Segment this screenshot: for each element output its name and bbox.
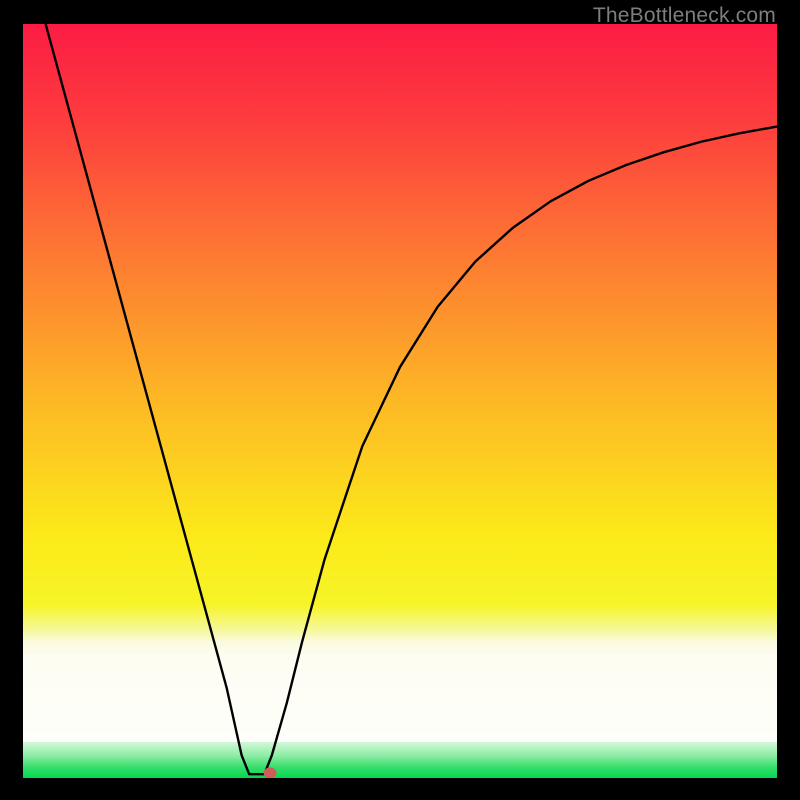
- background-gradient: [23, 24, 777, 778]
- chart-frame: TheBottleneck.com: [0, 0, 800, 800]
- plot-area: [23, 24, 777, 778]
- watermark-text: TheBottleneck.com: [593, 4, 776, 28]
- optimal-point-marker: [264, 767, 277, 778]
